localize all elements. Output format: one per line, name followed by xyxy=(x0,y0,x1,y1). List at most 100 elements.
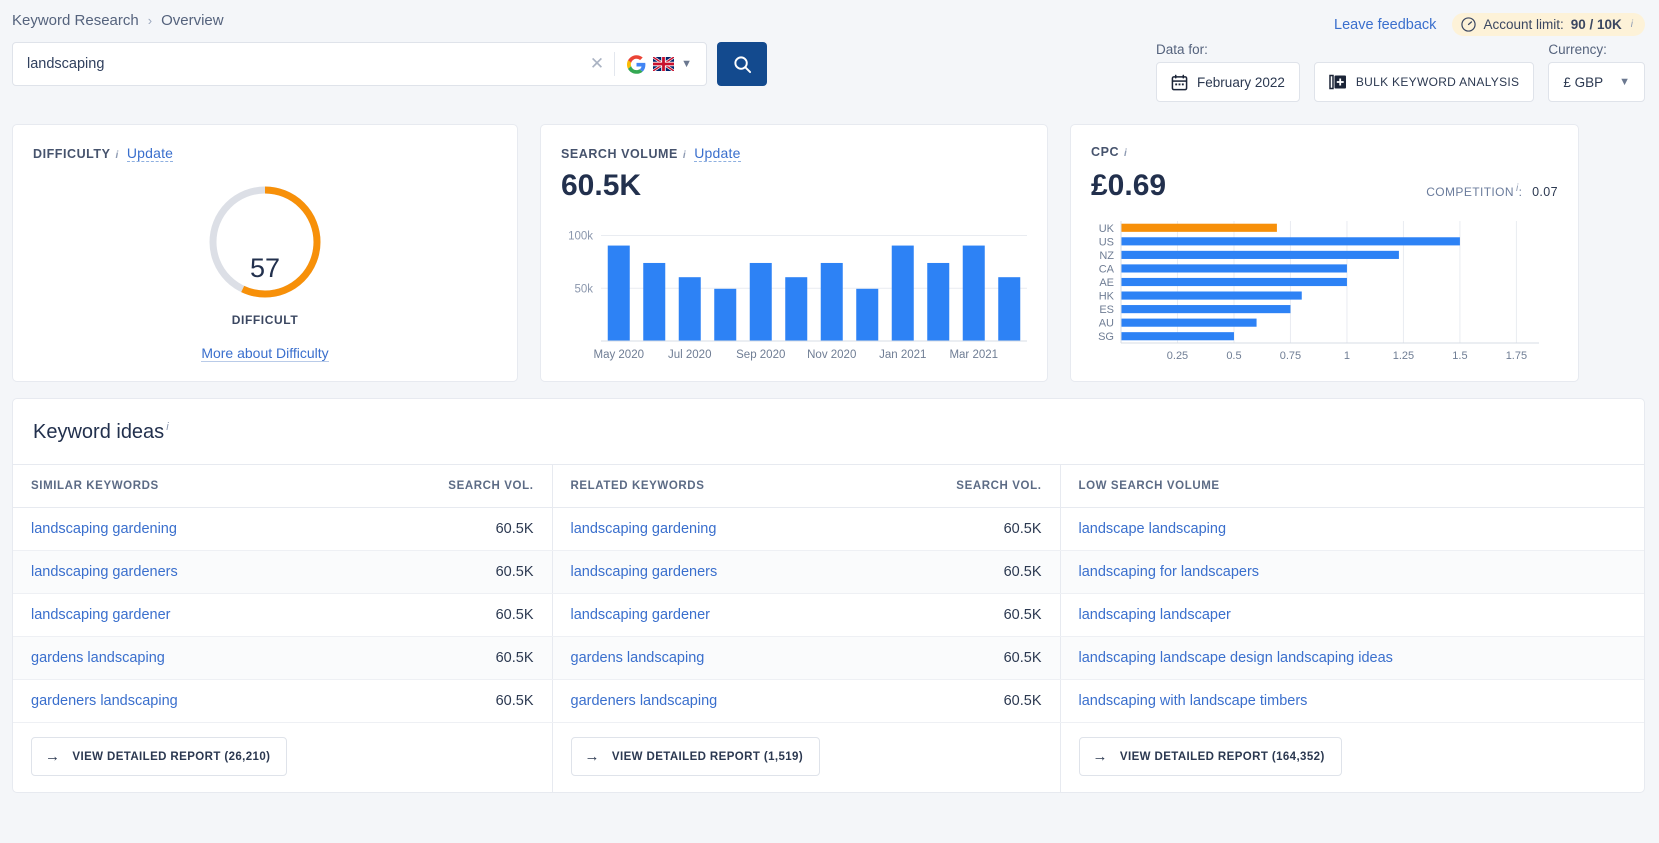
data-for-group: Data for: February 2022 xyxy=(1156,42,1300,102)
keyword-link-related[interactable]: landscaping gardener xyxy=(552,594,875,637)
calendar-icon xyxy=(1171,74,1188,91)
search-button[interactable] xyxy=(717,42,767,86)
keyword-link-similar[interactable]: gardeners landscaping xyxy=(13,680,356,723)
more-about-difficulty-link[interactable]: More about Difficulty xyxy=(201,345,328,362)
info-icon[interactable]: i xyxy=(1516,183,1519,194)
account-limit-value: 90 / 10K xyxy=(1571,17,1622,32)
info-icon[interactable]: i xyxy=(1124,148,1127,159)
keyword-link-similar[interactable]: landscaping gardeners xyxy=(13,551,356,594)
view-detailed-report-button-similar[interactable]: → VIEW DETAILED REPORT (26,210) xyxy=(31,737,287,776)
keyword-link-low[interactable]: landscape landscaping xyxy=(1060,508,1644,551)
report-label: VIEW DETAILED REPORT (26,210) xyxy=(72,751,270,763)
svg-text:Sep 2020: Sep 2020 xyxy=(736,349,785,361)
report-label: VIEW DETAILED REPORT (164,352) xyxy=(1120,751,1325,763)
account-limit-badge[interactable]: Account limit: 90 / 10K i xyxy=(1452,13,1645,36)
svg-text:0.5: 0.5 xyxy=(1226,350,1241,362)
search-volume-related: 60.5K xyxy=(875,508,1060,551)
breadcrumb-current: Overview xyxy=(161,12,224,29)
difficulty-gauge: 57 DIFFICULT More about Difficulty xyxy=(13,183,517,362)
search-volume-related: 60.5K xyxy=(875,637,1060,680)
difficulty-card: DIFFICULTY i Update 57 DIFFICULT More ab… xyxy=(12,124,518,382)
arrow-right-icon: → xyxy=(1093,748,1108,765)
search-volume-similar: 60.5K xyxy=(356,508,552,551)
keyword-link-related[interactable]: landscaping gardeners xyxy=(552,551,875,594)
search-input[interactable] xyxy=(27,56,580,72)
search-volume-title: SEARCH VOLUME xyxy=(561,147,678,161)
report-cell-related: → VIEW DETAILED REPORT (1,519) xyxy=(552,723,1060,793)
keyword-link-low[interactable]: landscaping for landscapers xyxy=(1060,551,1644,594)
svg-text:Jul 2020: Jul 2020 xyxy=(668,349,711,361)
info-icon[interactable]: i xyxy=(683,150,686,161)
keyword-link-related[interactable]: gardeners landscaping xyxy=(552,680,875,723)
svg-text:NZ: NZ xyxy=(1099,250,1114,262)
svg-text:50k: 50k xyxy=(574,283,593,295)
cpc-card: CPC i £0.69 COMPETITIONi: 0.07 0.250.50.… xyxy=(1070,124,1579,382)
keyword-link-low[interactable]: landscaping landscaper xyxy=(1060,594,1644,637)
info-icon[interactable]: i xyxy=(1631,19,1633,30)
bulk-keyword-analysis-button[interactable]: BULK KEYWORD ANALYSIS xyxy=(1314,62,1534,102)
info-icon[interactable]: i xyxy=(166,421,168,433)
info-icon[interactable]: i xyxy=(115,150,118,161)
difficulty-title: DIFFICULTY xyxy=(33,147,110,161)
competition-label: COMPETITION xyxy=(1426,185,1514,199)
keyword-ideas-title-row: Keyword ideasi xyxy=(13,399,1644,464)
currency-value: £ GBP xyxy=(1563,75,1603,90)
search-volume-similar: 60.5K xyxy=(356,594,552,637)
currency-label: Currency: xyxy=(1548,42,1645,57)
svg-text:Mar 2021: Mar 2021 xyxy=(949,349,998,361)
svg-text:AU: AU xyxy=(1099,318,1114,330)
keyword-link-related[interactable]: gardens landscaping xyxy=(552,637,875,680)
column-similar-keywords: SIMILAR KEYWORDS xyxy=(13,465,356,508)
svg-text:May 2020: May 2020 xyxy=(593,349,644,361)
search-volume-similar: 60.5K xyxy=(356,680,552,723)
search-volume-similar: 60.5K xyxy=(356,637,552,680)
clear-icon[interactable]: ✕ xyxy=(580,54,614,74)
search-volume-update-link[interactable]: Update xyxy=(694,145,740,162)
currency-select[interactable]: £ GBP ▼ xyxy=(1548,62,1645,102)
keyword-link-low[interactable]: landscaping landscape design landscaping… xyxy=(1060,637,1644,680)
table-header-row: SIMILAR KEYWORDS SEARCH VOL. RELATED KEY… xyxy=(13,465,1644,508)
svg-text:CA: CA xyxy=(1099,263,1115,275)
cpc-value: £0.69 xyxy=(1091,169,1166,203)
keyword-link-similar[interactable]: gardens landscaping xyxy=(13,637,356,680)
search-volume-related: 60.5K xyxy=(875,551,1060,594)
arrow-right-icon: → xyxy=(585,748,600,765)
kpi-cards: DIFFICULTY i Update 57 DIFFICULT More ab… xyxy=(0,110,1659,382)
search-volume-bar-chart: 50k100kMay 2020Jul 2020Sep 2020Nov 2020J… xyxy=(559,217,1031,367)
keyword-ideas-title: Keyword ideas xyxy=(33,421,164,443)
cpc-title: CPC xyxy=(1091,145,1119,159)
keyword-ideas-panel: Keyword ideasi SIMILAR KEYWORDS SEARCH V… xyxy=(12,398,1645,793)
search-box[interactable]: ✕ ▼ xyxy=(12,42,707,86)
table-row: landscaping gardener60.5Klandscaping gar… xyxy=(13,594,1644,637)
svg-text:Jan 2021: Jan 2021 xyxy=(879,349,926,361)
svg-text:1.25: 1.25 xyxy=(1393,350,1414,362)
column-related-keywords: RELATED KEYWORDS xyxy=(552,465,875,508)
cpc-bar-chart: 0.250.50.7511.251.51.75UKUSNZCAAEHKESAUS… xyxy=(1087,215,1565,367)
keyword-link-related[interactable]: landscaping gardening xyxy=(552,508,875,551)
date-picker-button[interactable]: February 2022 xyxy=(1156,62,1300,102)
chevron-down-icon: ▼ xyxy=(1619,76,1630,88)
leave-feedback-link[interactable]: Leave feedback xyxy=(1334,17,1436,33)
search-volume-similar: 60.5K xyxy=(356,551,552,594)
uk-flag-icon xyxy=(653,57,674,71)
search-volume-card: SEARCH VOLUME i Update 60.5K 50k100kMay … xyxy=(540,124,1048,382)
gauge-icon xyxy=(1461,17,1476,32)
keyword-link-low[interactable]: landscaping with landscape timbers xyxy=(1060,680,1644,723)
view-detailed-report-button-related[interactable]: → VIEW DETAILED REPORT (1,519) xyxy=(571,737,821,776)
cpc-card-header: CPC i xyxy=(1091,145,1127,159)
account-limit-label: Account limit: xyxy=(1483,17,1563,32)
search-volume-value: 60.5K xyxy=(561,169,641,203)
keyword-link-similar[interactable]: landscaping gardener xyxy=(13,594,356,637)
breadcrumb-separator-icon: › xyxy=(148,13,152,28)
table-row: landscaping gardening60.5Klandscaping ga… xyxy=(13,508,1644,551)
report-buttons-row: → VIEW DETAILED REPORT (26,210) → VIEW D… xyxy=(13,723,1644,793)
keyword-link-similar[interactable]: landscaping gardening xyxy=(13,508,356,551)
currency-group: Currency: £ GBP ▼ xyxy=(1548,42,1645,102)
breadcrumb-root[interactable]: Keyword Research xyxy=(12,12,139,29)
engine-selector[interactable]: ▼ xyxy=(615,55,696,74)
bulk-label: BULK KEYWORD ANALYSIS xyxy=(1356,75,1519,89)
view-detailed-report-button-low[interactable]: → VIEW DETAILED REPORT (164,352) xyxy=(1079,737,1342,776)
svg-text:1: 1 xyxy=(1344,350,1350,362)
difficulty-update-link[interactable]: Update xyxy=(127,145,173,162)
header-actions: Leave feedback Account limit: 90 / 10K i xyxy=(1334,13,1645,36)
